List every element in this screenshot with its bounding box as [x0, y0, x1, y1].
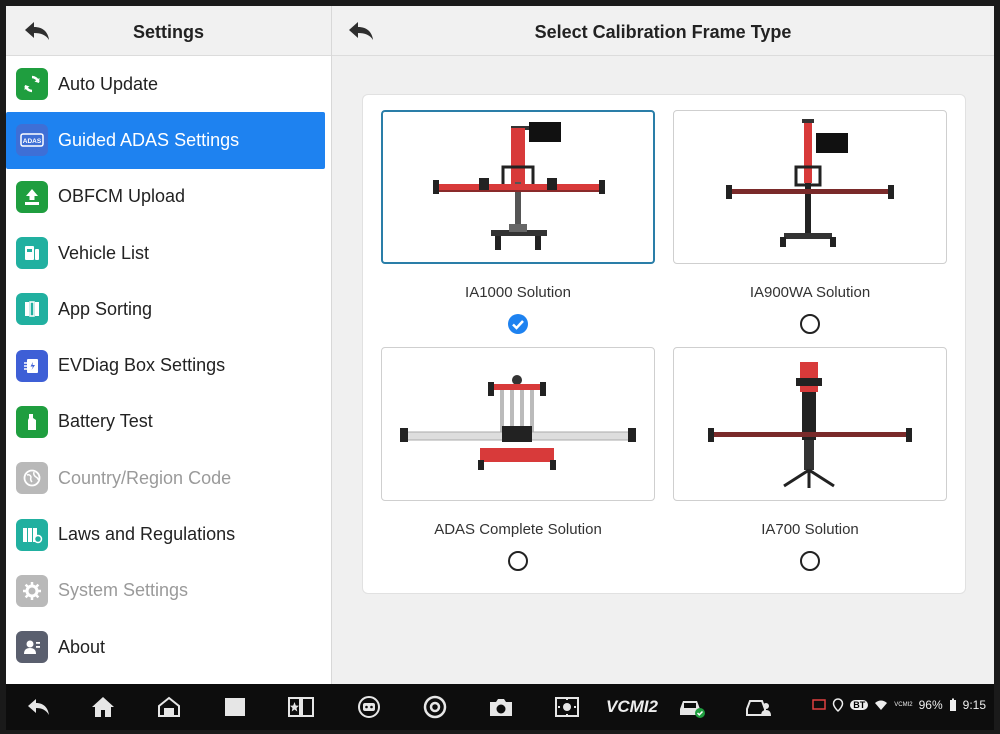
calibration-header: Select Calibration Frame Type — [332, 6, 994, 56]
about-icon — [16, 631, 48, 664]
nav-vehicle-user-icon[interactable] — [744, 692, 774, 722]
adas-complete-frame-illustration — [400, 375, 636, 470]
nav-vehicle-connected-icon[interactable] — [676, 692, 706, 722]
nav-screenshot-icon[interactable] — [552, 692, 582, 722]
ia700-frame-illustration — [708, 362, 912, 488]
menu-item-label: System Settings — [58, 580, 189, 601]
menu-item-guided-adas-settings[interactable]: ADAS Guided ADAS Settings — [6, 112, 325, 169]
refresh-icon — [16, 68, 48, 101]
nav-vcmi-icon[interactable]: VCMI2 — [604, 692, 660, 722]
nav-remote-expert-icon[interactable] — [354, 692, 384, 722]
ia900wa-frame-illustration — [726, 119, 894, 247]
globe-icon — [16, 462, 48, 495]
menu-item-label: Vehicle List — [58, 242, 150, 263]
nav-camera-icon[interactable] — [486, 692, 516, 722]
app-sorting-icon — [16, 293, 48, 326]
menu-item-label: EVDiag Box Settings — [58, 355, 226, 376]
menu-item-label: Guided ADAS Settings — [58, 129, 240, 150]
menu-item-label: OBFCM Upload — [58, 186, 186, 207]
menu-item-label: Laws and Regulations — [58, 524, 236, 545]
menu-item-auto-update[interactable]: Auto Update — [6, 56, 331, 112]
menu-item-system-settings[interactable]: System Settings — [6, 563, 331, 619]
adas-icon: ADAS — [16, 124, 48, 157]
option-label: IA700 Solution — [761, 521, 859, 538]
ia1000-frame-illustration — [433, 122, 605, 250]
radio-ia700[interactable] — [800, 551, 820, 571]
settings-header: Settings — [6, 6, 331, 56]
status-bar: BT VCMI2 96% 9:15 — [812, 698, 986, 712]
frame-image-ia1000[interactable] — [381, 110, 655, 264]
nav-back-icon[interactable] — [24, 692, 54, 722]
option-adas-complete: ADAS Complete Solution — [381, 347, 655, 571]
settings-panel: Settings Auto Update ADAS Guided ADAS Se… — [6, 6, 332, 684]
radio-adas-complete[interactable] — [508, 551, 528, 571]
battery-test-icon — [16, 405, 48, 438]
nav-home-icon[interactable] — [88, 692, 118, 722]
app-window: Settings Auto Update ADAS Guided ADAS Se… — [6, 6, 994, 684]
frame-image-ia700[interactable] — [673, 347, 947, 501]
svg-text:ADAS: ADAS — [23, 138, 42, 145]
option-ia900wa: IA900WA Solution — [673, 110, 947, 334]
bluetooth-status: BT — [850, 700, 869, 710]
evdiag-box-icon — [16, 349, 48, 382]
menu-item-country-region-code[interactable]: Country/Region Code — [6, 450, 331, 506]
clock: 9:15 — [962, 698, 986, 712]
vcmi-status: VCMI2 — [894, 702, 913, 708]
radio-ia1000[interactable] — [508, 314, 528, 334]
nav-chrome-icon[interactable] — [420, 692, 450, 722]
cast-icon — [812, 699, 827, 710]
option-ia1000: IA1000 Solution — [381, 110, 655, 334]
menu-item-label: Auto Update — [58, 73, 159, 94]
system-nav-bar: VCMI2 BT VCMI2 96% 9:15 — [6, 684, 994, 730]
nav-recents-icon[interactable] — [220, 692, 250, 722]
menu-item-label: App Sorting — [58, 298, 153, 319]
menu-item-about[interactable]: About — [6, 619, 331, 675]
calibration-title: Select Calibration Frame Type — [534, 22, 792, 42]
battery-percent: 96% — [918, 698, 943, 712]
menu-item-label: Battery Test — [58, 411, 153, 432]
battery-icon — [949, 698, 956, 711]
menu-item-obfcm-upload[interactable]: OBFCM Upload — [6, 169, 331, 225]
menu-item-label: About — [58, 636, 106, 657]
calibration-panel: Select Calibration Frame Type IA1000 Sol… — [332, 6, 994, 684]
location-icon — [833, 698, 844, 712]
option-label: ADAS Complete Solution — [434, 521, 602, 538]
laws-icon — [16, 518, 48, 551]
frame-options-card: IA1000 Solution IA900WA Solution ADAS Co… — [362, 94, 966, 594]
upload-icon — [16, 180, 48, 213]
nav-favorites-icon[interactable] — [286, 692, 316, 722]
menu-item-app-sorting[interactable]: App Sorting — [6, 281, 331, 337]
menu-item-evdiag-box-settings[interactable]: EVDiag Box Settings — [6, 337, 331, 393]
radio-ia900wa[interactable] — [800, 314, 820, 334]
frame-image-ia900wa[interactable] — [673, 110, 947, 264]
wifi-icon — [875, 700, 888, 710]
option-label: IA900WA Solution — [749, 284, 871, 301]
menu-item-battery-test[interactable]: Battery Test — [6, 394, 331, 450]
vehicle-list-icon — [16, 237, 48, 270]
settings-title: Settings — [132, 22, 204, 42]
checkmark-icon — [512, 320, 524, 330]
menu-item-vehicle-list[interactable]: Vehicle List — [6, 225, 331, 281]
option-label: IA1000 Solution — [465, 284, 571, 301]
menu-item-laws-and-regulations[interactable]: Laws and Regulations — [6, 506, 331, 562]
option-ia700: IA700 Solution — [673, 347, 947, 571]
settings-menu: Auto Update ADAS Guided ADAS Settings OB… — [6, 56, 331, 675]
frame-image-adas-complete[interactable] — [381, 347, 655, 501]
vcmi-label: VCMI2 — [606, 697, 658, 716]
nav-home-outline-icon[interactable] — [154, 692, 184, 722]
gear-icon — [16, 574, 48, 607]
menu-item-label: Country/Region Code — [58, 467, 232, 488]
